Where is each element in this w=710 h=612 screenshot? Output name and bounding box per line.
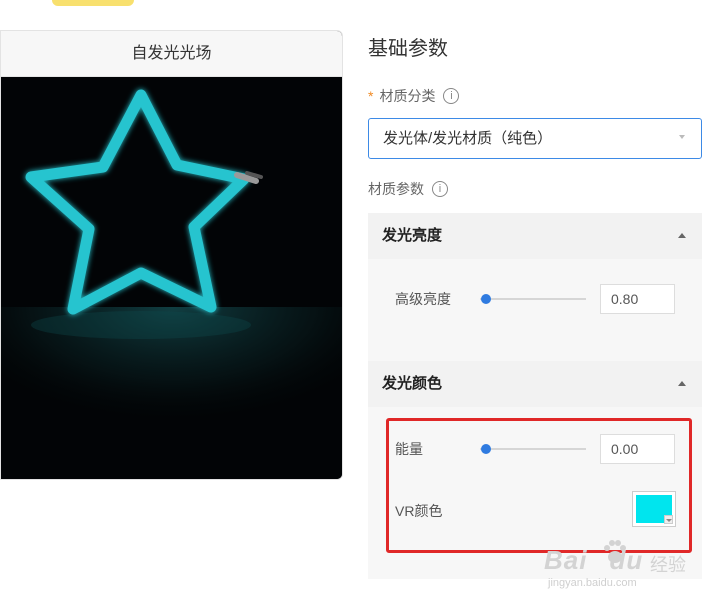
watermark: Bai du 经验 jingyan.baidu.com [540,537,700,597]
material-category-text: 材质分类 [379,88,436,104]
slider-track [480,448,586,450]
row-label: 高级亮度 [395,291,451,307]
chevron-down-icon [679,135,685,139]
slider-track [480,298,586,300]
paw-icon [604,540,626,563]
material-params-label: 材质参数 i [368,179,448,199]
row-label: 能量 [395,441,423,457]
top-decoration [52,0,134,6]
chevron-up-icon [678,233,686,238]
neon-star-image [1,77,342,479]
material-params-text: 材质参数 [368,181,424,197]
row-label: VR颜色 [395,503,443,519]
material-category-label: * 材质分类 i [368,86,460,106]
section-glow-brightness: 发光亮度 高级亮度 [368,213,702,361]
energy-slider[interactable] [480,444,586,454]
panel-title: 基础参数 [368,38,448,60]
preview-title: 自发光光场 [1,31,342,77]
info-icon[interactable]: i [443,88,460,104]
brightness-slider[interactable] [480,294,586,304]
row-energy: 能量 [368,429,702,469]
row-advanced-brightness: 高级亮度 [368,279,702,319]
section-title: 发光颜色 [382,375,443,392]
preview-canvas [1,77,342,479]
section-title: 发光亮度 [382,227,443,244]
material-category-value: 发光体/发光材质（纯色） [383,130,553,147]
watermark-cn: 经验 [650,555,686,575]
brightness-input[interactable] [600,284,675,314]
preview-card: 自发光光场 [0,30,343,480]
info-icon[interactable]: i [432,181,448,197]
watermark-url: jingyan.baidu.com [548,577,637,589]
energy-input[interactable] [600,434,675,464]
row-vr-color: VR颜色 [368,489,702,529]
chevron-down-icon [664,515,673,524]
slider-thumb[interactable] [481,444,491,454]
material-category-select[interactable]: 发光体/发光材质（纯色） [368,118,702,159]
slider-thumb[interactable] [481,294,491,304]
color-picker[interactable] [632,491,676,527]
section-header-glow-color[interactable]: 发光颜色 [368,361,702,407]
chevron-up-icon [678,381,686,386]
section-header-glow-brightness[interactable]: 发光亮度 [368,213,702,259]
required-mark: * [368,88,374,104]
